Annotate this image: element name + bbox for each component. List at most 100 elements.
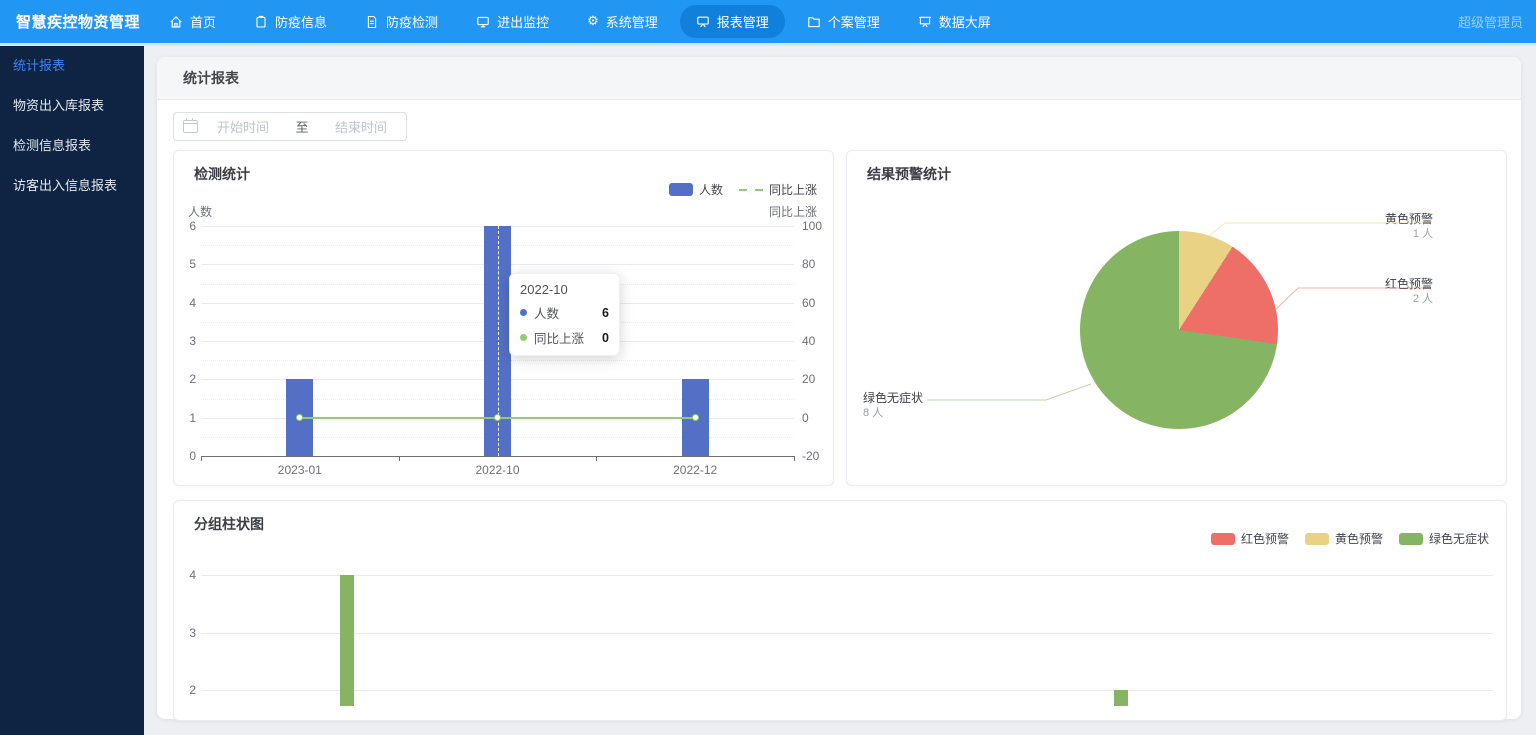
start-date-input[interactable]: 开始时间 [198,117,288,136]
sidebar-item-检测信息报表[interactable]: 检测信息报表 [0,126,144,166]
current-user-label[interactable]: 超级管理员 [1458,0,1523,43]
pie-label-name: 红色预警 [1384,277,1433,291]
tooltip-series-name: 同比上涨 [534,332,585,346]
pie-label-黄色预警: 黄色预警 1 人 [1385,212,1433,242]
nav-item-防疫信息[interactable]: 防疫信息 [238,5,343,38]
gridline [201,690,1493,691]
nav-item-防疫检测[interactable]: 防疫检测 [349,5,454,38]
grouped-bar-chart-card: 分组柱状图 4 3 2 红色预警 黄色预警 绿色无症状 [173,500,1507,721]
sidebar-item-统计报表[interactable]: 统计报表 [0,46,144,86]
nav-item-label: 数据大屏 [938,15,991,30]
nav-item-label: 首页 [190,15,217,30]
pie-label-count: 2 人 [1412,293,1433,305]
x-axis-tickmark [201,456,202,461]
legend-item-绿色无症状[interactable]: 绿色无症状 [1398,530,1489,547]
y-axis-tick-left: 1 [189,410,196,425]
x-axis-line [201,456,794,457]
pie-chart[interactable] [1080,231,1278,429]
gridline [201,575,1493,576]
y-axis-tick-left: 5 [189,257,196,272]
legend-label: 同比上涨 [768,183,817,197]
y-axis-tick-right: 100 [802,219,823,233]
date-range-picker[interactable]: 开始时间 至 结束时间 [173,112,407,141]
y-axis-tick-left: 2 [189,372,196,387]
topbar-divider [0,43,1536,46]
nav-item-label: 进出监控 [497,15,550,30]
legend-item-同比上涨[interactable]: 同比上涨 [738,181,817,198]
board-icon [696,15,710,29]
x-axis-tickmark [398,456,400,461]
y-axis-tick-left: 3 [189,334,196,348]
nav-item-数据大屏[interactable]: 数据大屏 [902,5,1007,38]
chart-tooltip: 2022-10 人数 6 同比上涨 0 [509,273,620,356]
monitor-icon [476,15,490,29]
warning-result-pie-card: 结果预警统计 黄色预警 1 人红色预警 2 人绿色无症状 8 人 [846,150,1507,486]
tooltip-title: 2022-10 [520,282,568,297]
nav-item-label: 报表管理 [716,15,769,30]
series-dot [520,309,527,316]
legend-item-红色预警[interactable]: 红色预警 [1210,530,1289,547]
tooltip-row: 同比上涨 0 [520,328,609,347]
pie-label-name: 黄色预警 [1384,212,1433,226]
legend-item-黄色预警[interactable]: 黄色预警 [1304,530,1383,547]
left-axis-name: 人数 [188,205,213,219]
screen-icon [918,15,932,29]
series-swatch [1210,532,1235,545]
file-icon [365,15,379,29]
chart-title: 分组柱状图 [194,516,264,532]
sidebar-item-物资出入库报表[interactable]: 物资出入库报表 [0,86,144,126]
nav-item-个案管理[interactable]: 个案管理 [791,5,896,38]
pie-label-count: 1 人 [1412,228,1433,240]
nav-item-报表管理[interactable]: 报表管理 [679,5,785,38]
tooltip-axis-pointer [497,226,499,456]
y-axis-tick-left: 0 [189,449,196,463]
nav-item-label: 防疫检测 [386,15,439,30]
y-axis-tick: 4 [189,568,196,582]
x-axis-tickmark [794,456,795,461]
gridline [201,632,1493,634]
tooltip-series-value: 6 [602,305,609,320]
line-marker-glyph [746,185,755,194]
y-axis-tick-left: 6 [189,219,196,233]
y-axis-tick: 2 [189,683,196,697]
detection-statistics-chart-card: 检测统计 人数 同比上涨 6 100 5 80 4 60 3 40 2 20 1 0 0 -20 2023-01… [173,150,834,486]
nav-item-进出监控[interactable]: 进出监控 [460,5,565,38]
y-axis-tick: 3 [189,625,196,640]
bar-绿色无症状[interactable] [339,575,354,706]
sidebar-item-访客出入信息报表[interactable]: 访客出入信息报表 [0,166,144,206]
legend-item-人数[interactable]: 人数 [668,181,723,198]
bar-绿色无症状[interactable] [1113,690,1128,706]
clipboard-icon [254,15,268,29]
top-navigation-bar: 智慧疾控物资管理 首页 防疫信息 防疫检测 进出监控 ⚙ 系统管理 报表管理 个案管理 数据大屏… [0,0,1536,43]
app-title: 智慧疾控物资管理 [16,14,141,31]
x-axis-tickmark [596,456,598,461]
y-axis-tick-right: -20 [802,449,820,463]
y-axis-tick-right: 60 [802,295,816,310]
line-series-swatch [738,185,763,194]
pie-label-红色预警: 红色预警 2 人 [1385,277,1433,307]
bar-series-swatch [668,183,693,196]
page-title: 统计报表 [157,57,1521,100]
tooltip-row: 人数 6 [520,303,609,322]
pie-label-绿色无症状: 绿色无症状 8 人 [863,391,923,421]
nav-item-首页[interactable]: 首页 [153,5,232,38]
y-axis-tick-right: 80 [802,257,816,272]
legend-label: 红色预警 [1240,532,1289,546]
sidebar-menu: 统计报表 物资出入库报表 检测信息报表 访客出入信息报表 [0,43,144,735]
y-axis-tick-right: 40 [802,334,816,348]
series-dot [520,334,527,341]
x-axis-label: 2023-01 [277,463,322,477]
date-range-separator: 至 [295,120,309,135]
series-swatch [1398,532,1423,545]
series-swatch [1304,532,1329,545]
home-icon [169,15,183,29]
pie-label-count: 8 人 [863,407,884,419]
x-axis-label: 2022-10 [475,463,520,477]
nav-item-系统管理[interactable]: ⚙ 系统管理 [571,5,674,38]
end-date-input[interactable]: 结束时间 [316,117,406,136]
main-content-panel: 统计报表 开始时间 至 结束时间 检测统计 人数 同比上涨 6 100 5 80 4 60 3 4… [157,57,1521,721]
folder-icon [807,15,821,29]
chart-legend: 人数 同比上涨 [668,181,817,198]
tooltip-series-name: 人数 [534,307,560,321]
chart-title: 结果预警统计 [867,166,951,182]
